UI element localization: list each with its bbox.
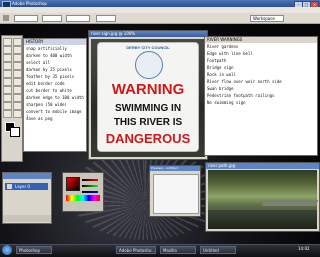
notes-panel-header: RIVER WARNINGS xyxy=(205,37,317,43)
list-item[interactable]: Pedestrian footpath railings xyxy=(205,93,317,100)
river-water-image-detail xyxy=(208,210,317,229)
history-item[interactable]: darken by 25 pixels xyxy=(24,67,86,74)
sign-council-text: DERBY CITY COUNCIL xyxy=(126,45,170,50)
options-bar: Workspace xyxy=(0,13,320,24)
crop-tool-icon[interactable] xyxy=(3,54,12,62)
workspace-dropdown[interactable]: Workspace xyxy=(250,15,284,22)
dodge-tool-icon[interactable] xyxy=(13,86,22,94)
taskbar-item[interactable]: Untitled xyxy=(200,246,236,254)
hand-tool-icon[interactable] xyxy=(3,110,12,118)
notes-list: River gardens Edge with line bell Footpa… xyxy=(205,44,317,107)
history-item[interactable]: snap artificially xyxy=(24,46,86,53)
list-item[interactable]: River flow over weir north side xyxy=(205,79,317,86)
layers-panel-header xyxy=(3,173,51,179)
type-tool-icon[interactable] xyxy=(13,94,22,102)
document-title: river sign.jpg @ 100% xyxy=(89,31,207,37)
slice-tool-icon[interactable] xyxy=(13,54,22,62)
taskbar-item[interactable]: Adobe Photosho... xyxy=(116,246,156,254)
history-item[interactable]: darken to 400 width xyxy=(24,53,86,60)
eraser-tool-icon[interactable] xyxy=(3,78,12,86)
option-field-3[interactable] xyxy=(66,15,90,22)
history-item[interactable]: select all xyxy=(24,60,86,67)
healing-brush-icon[interactable] xyxy=(3,62,12,70)
city-crest-icon xyxy=(135,51,163,79)
list-item[interactable]: Swan bridge xyxy=(205,86,317,93)
document-canvas[interactable]: DERBY CITY COUNCIL WARNING SWIMMING IN T… xyxy=(91,39,205,157)
list-item[interactable]: River gardens xyxy=(205,44,317,51)
preview-window: Preview – untitled xyxy=(149,165,201,217)
list-item[interactable]: Rock in wall xyxy=(205,72,317,79)
sign-line-2: SWIMMING IN xyxy=(114,103,182,114)
zoom-tool-icon[interactable] xyxy=(13,110,22,118)
layer-thumbnail xyxy=(7,184,12,189)
move-tool-icon[interactable] xyxy=(3,38,12,46)
river-path-image-detail xyxy=(261,200,319,206)
history-panel: HISTORY snap artificially darken to 400 … xyxy=(23,38,87,152)
option-field-2[interactable] xyxy=(42,15,62,22)
path-select-icon[interactable] xyxy=(3,102,12,110)
marquee-tool-icon[interactable] xyxy=(13,38,22,46)
blur-tool-icon[interactable] xyxy=(3,86,12,94)
color-picker-panel xyxy=(62,172,104,212)
tool-preset-icon[interactable] xyxy=(3,15,9,21)
green-slider[interactable] xyxy=(82,185,98,187)
layers-panel: Layer 0 xyxy=(2,172,52,224)
shape-tool-icon[interactable] xyxy=(13,102,22,110)
option-field-1[interactable] xyxy=(14,15,38,22)
history-item[interactable]: darken edge to 100 width xyxy=(24,95,86,102)
clone-stamp-icon[interactable] xyxy=(3,70,12,78)
history-item[interactable]: convert to mobile image ? xyxy=(24,109,86,120)
history-item[interactable]: feather by 35 pixels xyxy=(24,74,86,81)
magic-wand-tool-icon[interactable] xyxy=(13,46,22,54)
blue-slider[interactable] xyxy=(82,191,98,193)
taskbar-item[interactable]: Photoshop xyxy=(16,246,52,254)
layer-name: Layer 0 xyxy=(15,184,30,189)
history-item[interactable]: sharpen (50 wide) xyxy=(24,102,86,109)
lasso-tool-icon[interactable] xyxy=(3,46,12,54)
hue-spectrum[interactable] xyxy=(66,195,100,201)
option-field-4[interactable] xyxy=(96,15,116,22)
sign-line-3: THIS RIVER IS xyxy=(113,117,183,128)
document-window: river sign.jpg @ 100% DERBY CITY COUNCIL… xyxy=(88,30,208,160)
list-item[interactable]: Bridge sign xyxy=(205,65,317,72)
history-item[interactable]: cut border to white xyxy=(24,88,86,95)
tools-panel xyxy=(1,35,23,162)
start-button[interactable] xyxy=(2,245,12,255)
list-item[interactable]: Edge with line bell xyxy=(205,51,317,58)
gradient-tool-icon[interactable] xyxy=(13,78,22,86)
brush-tool-icon[interactable] xyxy=(13,62,22,70)
preview-canvas[interactable] xyxy=(153,174,199,214)
layers-footer xyxy=(3,215,51,222)
notes-panel: RIVER WARNINGS River gardens Edge with l… xyxy=(204,36,318,156)
history-item[interactable]: edit border code xyxy=(24,81,86,88)
river-photo-window: river path.jpg xyxy=(205,162,320,232)
red-slider[interactable] xyxy=(82,179,98,181)
clock: 14:02 xyxy=(298,246,310,251)
workspace-label: Workspace xyxy=(253,16,275,21)
app-titlebar: Adobe Photoshop – □ × xyxy=(0,0,320,8)
river-photo[interactable] xyxy=(208,170,319,229)
history-item[interactable]: save as png xyxy=(24,116,86,123)
preview-title: Preview – untitled xyxy=(150,166,200,171)
taskbar-item[interactable]: Mozilla xyxy=(160,246,196,254)
pen-tool-icon[interactable] xyxy=(3,94,12,102)
list-item[interactable]: No swimming sign xyxy=(205,100,317,107)
background-color-swatch[interactable] xyxy=(10,127,20,137)
warning-sign-image: DERBY CITY COUNCIL WARNING SWIMMING IN T… xyxy=(98,43,198,151)
history-list: snap artificially darken to 400 width se… xyxy=(24,46,86,123)
color-field[interactable] xyxy=(66,177,80,191)
sign-warning-text: WARNING xyxy=(111,81,185,98)
list-item[interactable]: Footpath xyxy=(205,58,317,65)
app-title: Adobe Photoshop xyxy=(12,1,47,6)
history-panel-header: HISTORY xyxy=(24,39,86,45)
sign-dangerous-text: DANGEROUS xyxy=(105,131,191,146)
river-window-title: river path.jpg xyxy=(206,163,319,169)
history-brush-icon[interactable] xyxy=(13,70,22,78)
